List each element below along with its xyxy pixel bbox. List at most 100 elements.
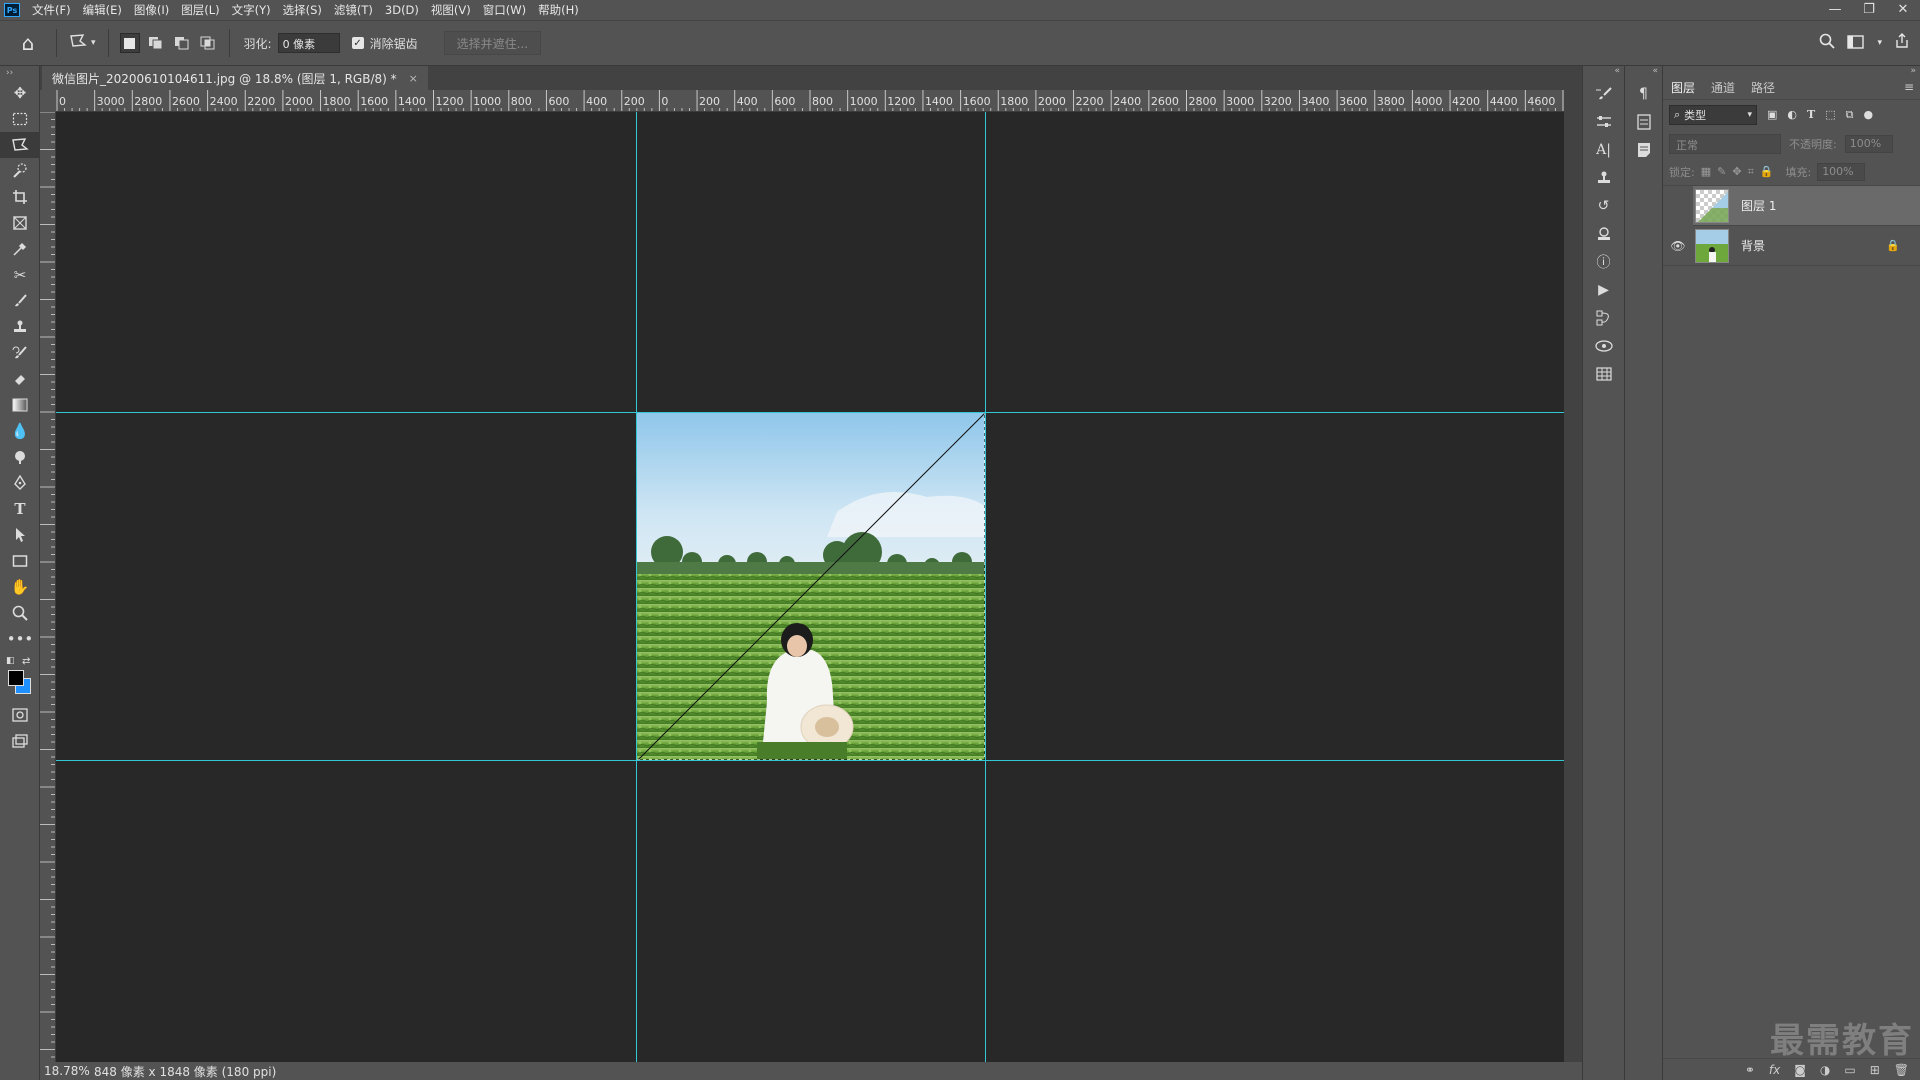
menu-layer[interactable]: 图层(L) bbox=[175, 0, 225, 20]
zoom-tool-icon[interactable] bbox=[0, 600, 40, 626]
type-tool-icon[interactable]: T bbox=[0, 496, 40, 522]
share-icon[interactable] bbox=[1894, 33, 1910, 53]
screen-mode-icon[interactable] bbox=[0, 728, 40, 754]
healing-brush-tool-icon[interactable]: ✂ bbox=[0, 262, 40, 288]
glyphs-icon[interactable] bbox=[1625, 108, 1662, 136]
menu-select[interactable]: 选择(S) bbox=[277, 0, 328, 20]
guide-vertical-left[interactable] bbox=[636, 112, 637, 1062]
search-icon[interactable] bbox=[1819, 33, 1836, 53]
more-tools-icon[interactable]: ••• bbox=[0, 626, 40, 652]
home-icon[interactable]: ⌂ bbox=[8, 23, 48, 63]
lock-position-icon[interactable]: ✥ bbox=[1732, 165, 1741, 178]
smart-object-filter-icon[interactable]: ⧉ bbox=[1846, 108, 1854, 122]
layer-name[interactable]: 图层 1 bbox=[1741, 197, 1776, 214]
layer-row[interactable]: 👁 背景 🔒 bbox=[1663, 226, 1920, 266]
menu-filter[interactable]: 滤镜(T) bbox=[328, 0, 379, 20]
swap-colors-icon[interactable]: ⇄ bbox=[22, 656, 30, 667]
document-info[interactable]: 848 像素 x 1848 像素 (180 ppi) bbox=[90, 1063, 276, 1080]
add-to-selection-button[interactable] bbox=[146, 33, 166, 53]
eraser-tool-icon[interactable] bbox=[0, 366, 40, 392]
menu-window[interactable]: 窗口(W) bbox=[477, 0, 532, 20]
menu-image[interactable]: 图像(I) bbox=[128, 0, 175, 20]
intersect-selection-button[interactable] bbox=[198, 33, 218, 53]
paths-icon[interactable] bbox=[1583, 304, 1624, 332]
menu-type[interactable]: 文字(Y) bbox=[226, 0, 277, 20]
link-layers-icon[interactable]: ⚭ bbox=[1745, 1063, 1755, 1077]
restore-button[interactable]: ❐ bbox=[1852, 0, 1886, 20]
minimize-button[interactable]: — bbox=[1818, 0, 1852, 20]
frame-tool-icon[interactable] bbox=[0, 210, 40, 236]
polygonal-lasso-tool-icon[interactable] bbox=[0, 132, 40, 158]
fx-icon[interactable]: fx bbox=[1769, 1063, 1780, 1077]
3d-icon[interactable] bbox=[1583, 332, 1624, 360]
antialias-checkbox[interactable]: ✓ bbox=[351, 37, 364, 49]
pixel-filter-icon[interactable]: ▣ bbox=[1767, 108, 1777, 122]
quick-selection-tool-icon[interactable] bbox=[0, 158, 40, 184]
type-filter-icon[interactable]: T bbox=[1807, 108, 1815, 122]
new-adjustment-icon[interactable]: ◑ bbox=[1820, 1063, 1830, 1077]
move-tool-icon[interactable]: ✥ bbox=[0, 80, 40, 106]
horizontal-ruler[interactable]: 0 3000 2800 2600 2400 2200 2000 1800 1600 1400 120… bbox=[56, 90, 1564, 112]
panel-menu-icon[interactable]: ≡ bbox=[1904, 80, 1914, 94]
visibility-toggle-empty[interactable] bbox=[1663, 185, 1693, 226]
zoom-level[interactable]: 18.78% bbox=[40, 1064, 90, 1078]
collapse-icon[interactable]: « bbox=[1625, 66, 1662, 80]
clone-stamp-tool-icon[interactable] bbox=[0, 314, 40, 340]
lock-all-icon[interactable]: 🔒 bbox=[1760, 165, 1774, 178]
tab-channels[interactable]: 通道 bbox=[1703, 79, 1743, 96]
canvas-area[interactable] bbox=[56, 112, 1564, 1062]
new-group-icon[interactable]: ▭ bbox=[1844, 1063, 1855, 1077]
add-mask-icon[interactable]: ◙ bbox=[1794, 1063, 1806, 1077]
gradient-tool-icon[interactable] bbox=[0, 392, 40, 418]
menu-file[interactable]: 文件(F) bbox=[26, 0, 77, 20]
table-grid-icon[interactable] bbox=[1583, 360, 1624, 388]
workspace-icon[interactable] bbox=[1847, 34, 1865, 53]
tab-paths[interactable]: 路径 bbox=[1743, 79, 1783, 96]
adjustments-icon[interactable] bbox=[1583, 108, 1624, 136]
rectangle-tool-icon[interactable] bbox=[0, 548, 40, 574]
new-selection-button[interactable] bbox=[119, 33, 140, 53]
shape-filter-icon[interactable]: ⬚ bbox=[1825, 108, 1835, 122]
lock-image-icon[interactable]: ✎ bbox=[1717, 165, 1726, 178]
crop-tool-icon[interactable] bbox=[0, 184, 40, 210]
close-tab-icon[interactable]: × bbox=[409, 72, 418, 85]
rectangular-marquee-tool-icon[interactable] bbox=[0, 106, 40, 132]
guide-horizontal-bottom[interactable] bbox=[56, 760, 1564, 761]
menu-3d[interactable]: 3D(D) bbox=[379, 0, 425, 20]
blend-mode-select[interactable]: 正常 bbox=[1669, 134, 1781, 154]
quick-mask-icon[interactable] bbox=[0, 702, 40, 728]
tab-layers[interactable]: 图层 bbox=[1663, 79, 1703, 96]
guide-horizontal-top[interactable] bbox=[56, 412, 1564, 413]
feather-input[interactable]: 0 像素 bbox=[277, 33, 340, 53]
brush-settings-icon[interactable] bbox=[1583, 80, 1624, 108]
ruler-origin[interactable] bbox=[40, 90, 56, 112]
trash-icon[interactable]: 🗑 bbox=[1894, 1063, 1909, 1077]
tool-preset-picker[interactable]: ▾ bbox=[65, 33, 100, 53]
brush-tool-icon[interactable] bbox=[0, 288, 40, 314]
close-window-button[interactable]: ✕ bbox=[1886, 0, 1920, 20]
lock-transparent-icon[interactable]: ▦ bbox=[1701, 165, 1711, 178]
history-brush-tool-icon[interactable] bbox=[0, 340, 40, 366]
blur-tool-icon[interactable]: 💧 bbox=[0, 418, 40, 444]
actions-icon[interactable]: ▶ bbox=[1583, 276, 1624, 304]
default-colors-icon[interactable]: ◧ bbox=[6, 656, 15, 666]
dodge-tool-icon[interactable] bbox=[0, 444, 40, 470]
layer-name[interactable]: 背景 bbox=[1741, 237, 1765, 254]
select-and-mask-button[interactable]: 选择并遮住... bbox=[443, 31, 542, 55]
document-tab[interactable]: 微信图片_20200610104611.jpg @ 18.8% (图层 1, R… bbox=[42, 66, 428, 90]
libraries-icon[interactable] bbox=[1583, 220, 1624, 248]
menu-help[interactable]: 帮助(H) bbox=[532, 0, 585, 20]
subtract-from-selection-button[interactable] bbox=[172, 33, 192, 53]
new-layer-icon[interactable]: ⊞ bbox=[1870, 1063, 1880, 1077]
menu-view[interactable]: 视图(V) bbox=[425, 0, 477, 20]
collapse-icon[interactable]: « bbox=[1583, 66, 1624, 80]
notes-icon[interactable] bbox=[1625, 136, 1662, 164]
adjustment-filter-icon[interactable]: ◐ bbox=[1787, 108, 1797, 122]
paragraph-icon[interactable]: ¶ bbox=[1625, 80, 1662, 108]
eyedropper-tool-icon[interactable] bbox=[0, 236, 40, 262]
document-image[interactable] bbox=[637, 412, 986, 761]
fill-input[interactable]: 100% bbox=[1817, 162, 1866, 181]
eye-icon[interactable]: 👁 bbox=[1663, 239, 1693, 253]
pen-tool-icon[interactable] bbox=[0, 470, 40, 496]
layer-filter-select[interactable]: ⌕ 类型 ▾ bbox=[1669, 105, 1757, 125]
